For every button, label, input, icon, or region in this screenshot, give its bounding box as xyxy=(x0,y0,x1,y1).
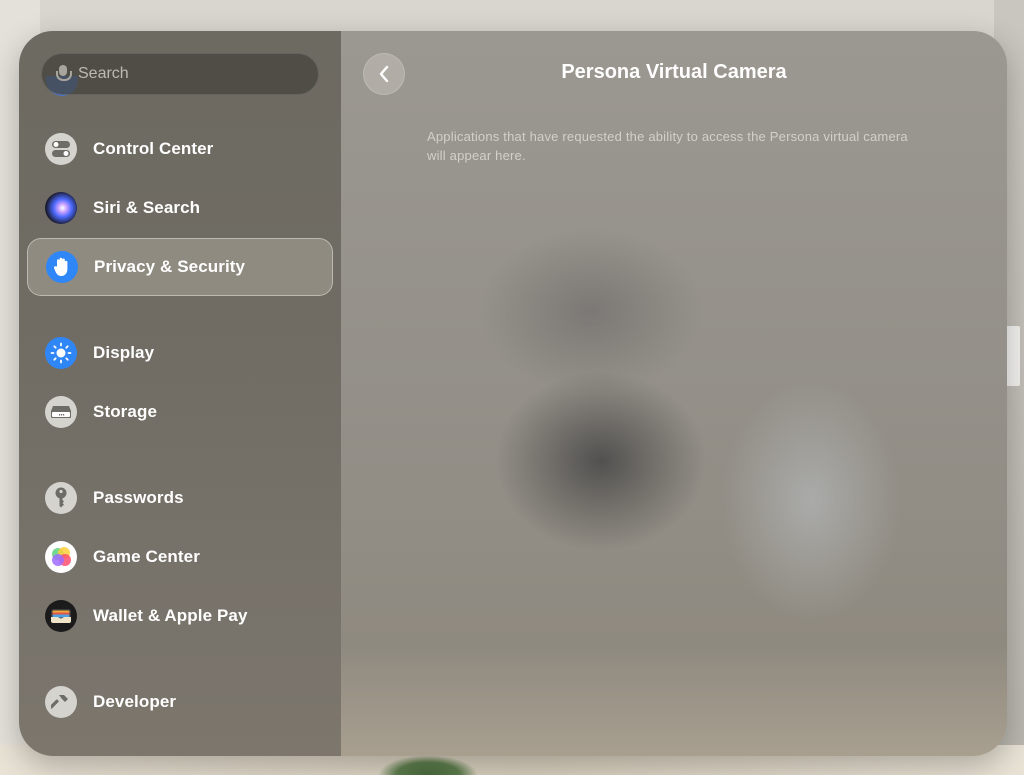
plant xyxy=(378,755,478,775)
sidebar-item-label: Game Center xyxy=(93,547,200,566)
page-title: Persona Virtual Camera xyxy=(561,61,787,83)
sidebar-item-display[interactable]: Display xyxy=(27,324,333,382)
sidebar: Control Center Siri & Search Privacy & S… xyxy=(19,31,341,756)
sidebar-item-label: Passwords xyxy=(93,488,184,507)
search-input[interactable] xyxy=(78,65,278,83)
sidebar-item-label: Control Center xyxy=(93,139,214,158)
sidebar-item-label: Display xyxy=(93,343,155,362)
sidebar-item-privacy-security[interactable]: Privacy & Security xyxy=(27,238,333,296)
sun-icon xyxy=(45,337,77,369)
settings-window: Control Center Siri & Search Privacy & S… xyxy=(19,31,1007,756)
sidebar-item-label: Privacy & Security xyxy=(94,257,246,276)
toggles-icon xyxy=(45,133,77,165)
wallet-icon xyxy=(45,600,77,632)
sidebar-item-control-center[interactable]: Control Center xyxy=(27,120,333,178)
search-field[interactable] xyxy=(41,53,319,95)
sidebar-item-wallet[interactable]: Wallet & Apple Pay xyxy=(27,587,333,645)
sidebar-item-developer[interactable]: Developer xyxy=(27,673,333,731)
microphone-icon[interactable] xyxy=(56,65,72,83)
sidebar-item-game-center[interactable]: Game Center xyxy=(27,528,333,586)
sidebar-item-storage[interactable]: Storage xyxy=(27,383,333,441)
sidebar-item-passwords[interactable]: Passwords xyxy=(27,469,333,527)
page-description: Applications that have requested the abi… xyxy=(427,129,908,163)
key-icon xyxy=(45,482,77,514)
siri-icon xyxy=(45,192,77,224)
hand-icon xyxy=(46,251,78,283)
hammer-icon xyxy=(45,686,77,718)
detail-pane: Persona Virtual Camera Applications that… xyxy=(341,31,1007,756)
sidebar-item-siri-search[interactable]: Siri & Search xyxy=(27,179,333,237)
sidebar-item-label: Developer xyxy=(93,692,177,711)
sidebar-item-label: Siri & Search xyxy=(93,198,201,217)
sidebar-item-label: Storage xyxy=(93,402,157,421)
storage-icon xyxy=(45,396,77,428)
sidebar-item-label: Wallet & Apple Pay xyxy=(93,606,248,625)
game-center-icon xyxy=(45,541,77,573)
